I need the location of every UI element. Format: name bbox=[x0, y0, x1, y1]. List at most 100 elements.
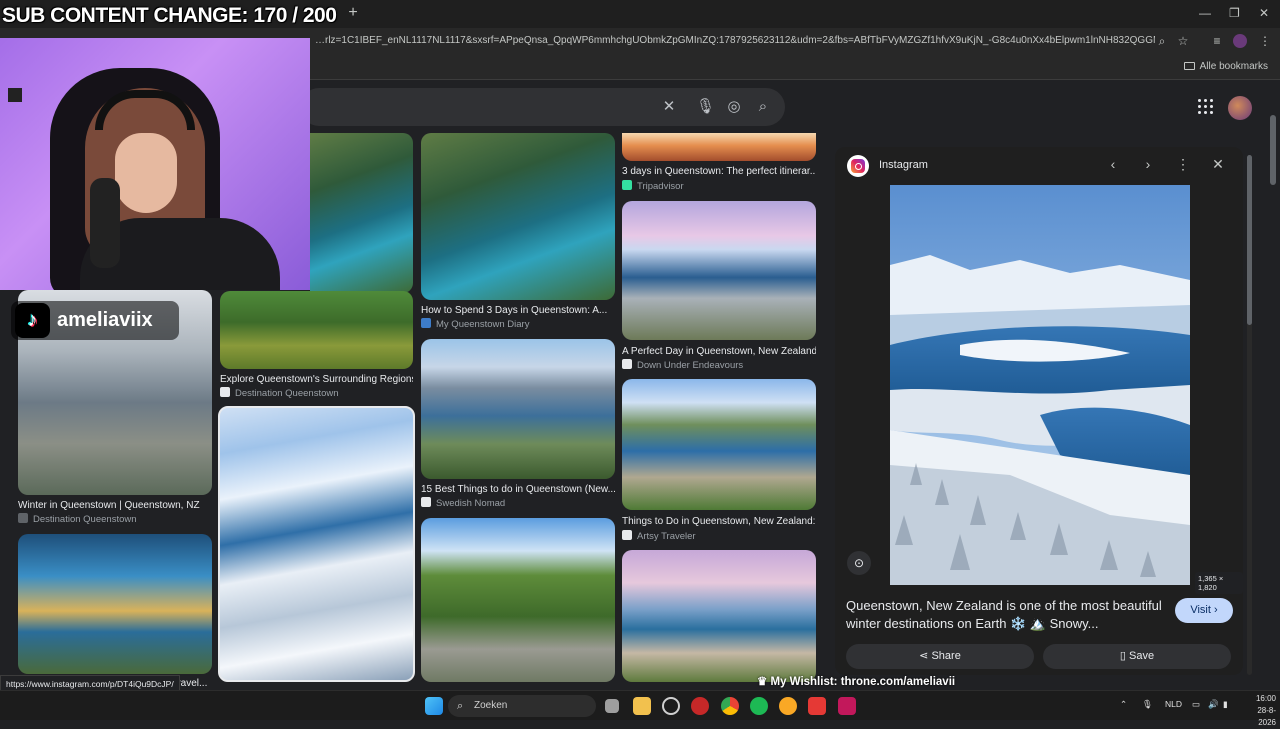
result-image-dusk[interactable] bbox=[622, 201, 816, 340]
result-image-waterfall[interactable] bbox=[421, 133, 615, 300]
account-avatar[interactable] bbox=[1228, 96, 1252, 120]
preview-site-name[interactable]: Instagram bbox=[879, 159, 928, 171]
preview-scrollbar[interactable] bbox=[1247, 155, 1252, 675]
result-caption[interactable]: Things to Do in Queenstown, New Zealand:… bbox=[622, 516, 816, 527]
visit-button[interactable]: Visit › bbox=[1175, 598, 1233, 623]
result-source[interactable]: Swedish Nomad bbox=[421, 497, 505, 509]
zoom-icon[interactable]: ⌕ bbox=[1155, 34, 1169, 48]
mic-tray-icon[interactable]: 🎙 bbox=[1142, 699, 1153, 710]
result-image-cafe[interactable] bbox=[18, 534, 212, 674]
sub-counter: SUB CONTENT CHANGE: 170 / 200 bbox=[2, 4, 337, 27]
result-image-lakefront[interactable] bbox=[421, 339, 615, 479]
visit-label: Visit bbox=[1190, 604, 1211, 616]
result-source-label: Destination Queenstown bbox=[235, 388, 339, 399]
site-favicon bbox=[421, 497, 431, 507]
site-favicon bbox=[622, 530, 632, 540]
site-favicon bbox=[220, 387, 230, 397]
status-bar-url: https://www.instagram.com/p/DT4iQu9DcJP/ bbox=[0, 675, 180, 691]
battery-icon[interactable]: ▮ bbox=[1223, 699, 1228, 710]
result-source-label: Tripadvisor bbox=[637, 181, 684, 192]
preview-image[interactable] bbox=[890, 185, 1190, 585]
streamer-face bbox=[115, 133, 177, 213]
more-options-icon[interactable]: ⋮ bbox=[1175, 156, 1191, 172]
file-explorer-icon[interactable] bbox=[633, 697, 651, 715]
search-icon: ⌕ bbox=[457, 700, 464, 712]
camera-search-icon[interactable]: ◎ bbox=[725, 98, 743, 116]
microphone-icon[interactable]: 🎙 bbox=[696, 98, 715, 116]
restore-icon[interactable]: ❐ bbox=[1229, 6, 1240, 20]
preview-scrollbar-thumb[interactable] bbox=[1247, 155, 1252, 325]
search-box[interactable]: ✕ 🎙 ◎ ⌕ bbox=[300, 88, 785, 126]
result-source[interactable]: Artsy Traveler bbox=[622, 530, 696, 542]
result-caption[interactable]: 3 days in Queenstown: The perfect itiner… bbox=[622, 166, 816, 177]
image-preview-panel: Instagram ‹ › ⋮ ✕ ⊙ 1,365 × 1,820 Queens… bbox=[835, 147, 1243, 675]
steam-icon[interactable] bbox=[662, 697, 680, 715]
apps-grid-icon[interactable] bbox=[1198, 99, 1213, 114]
language-indicator[interactable]: NLD bbox=[1165, 699, 1182, 709]
lens-search-icon[interactable]: ⊙ bbox=[847, 551, 871, 575]
taskbar-search-label: Zoeken bbox=[474, 700, 508, 711]
result-source-label: Destination Queenstown bbox=[33, 514, 137, 525]
wishlist-text: My Wishlist: throne.com/ameliavii bbox=[770, 676, 956, 688]
result-caption[interactable]: Explore Queenstown's Surrounding Regions… bbox=[220, 374, 413, 385]
result-caption[interactable]: 15 Best Things to do in Queenstown (New.… bbox=[421, 484, 615, 495]
coin-app-icon[interactable] bbox=[779, 697, 797, 715]
obs-icon[interactable] bbox=[808, 697, 826, 715]
taskbar-search[interactable]: ⌕ Zoeken bbox=[448, 695, 596, 717]
spotify-icon[interactable] bbox=[750, 697, 768, 715]
new-tab-icon[interactable]: + bbox=[344, 4, 362, 22]
result-source[interactable]: Down Under Endeavours bbox=[622, 359, 743, 371]
preview-description[interactable]: Queenstown, New Zealand is one of the mo… bbox=[846, 597, 1166, 633]
time: 16:00 bbox=[1255, 694, 1276, 703]
minimize-icon[interactable]: — bbox=[1199, 6, 1211, 20]
result-source[interactable]: Tripadvisor bbox=[622, 180, 684, 192]
result-image-selected[interactable] bbox=[218, 406, 415, 682]
chevron-right-icon[interactable]: › bbox=[1140, 156, 1156, 172]
volume-icon[interactable]: 🔊 bbox=[1208, 699, 1219, 710]
streamlabs-icon[interactable] bbox=[838, 697, 856, 715]
result-caption[interactable]: A Perfect Day in Queenstown, New Zealand… bbox=[622, 346, 816, 357]
close-window-icon[interactable]: ✕ bbox=[1259, 6, 1269, 20]
result-image-forest[interactable] bbox=[220, 291, 413, 369]
search-icon[interactable]: ⌕ bbox=[754, 98, 772, 116]
tray-overflow-icon[interactable]: ⌃ bbox=[1120, 699, 1127, 710]
save-button[interactable]: ▯ Save bbox=[1043, 644, 1231, 669]
windows-start-icon[interactable] bbox=[425, 697, 443, 715]
profile-icon[interactable] bbox=[1233, 34, 1247, 48]
network-icon[interactable]: ▭ bbox=[1192, 699, 1200, 710]
site-favicon bbox=[622, 180, 632, 190]
menu-icon[interactable]: ⋮ bbox=[1258, 34, 1272, 48]
clock[interactable]: 16:00 28-8-2026 bbox=[1240, 693, 1276, 729]
page-scrollbar[interactable] bbox=[1270, 115, 1276, 675]
clear-icon[interactable]: ✕ bbox=[660, 98, 678, 116]
task-view-icon[interactable] bbox=[605, 699, 619, 713]
reading-list-icon[interactable]: ≡ bbox=[1210, 34, 1224, 48]
result-image-cafe-top[interactable] bbox=[622, 133, 816, 161]
result-image-panorama[interactable] bbox=[622, 550, 816, 682]
chevron-left-icon[interactable]: ‹ bbox=[1105, 156, 1121, 172]
tiktok-icon: ♪ bbox=[15, 303, 50, 338]
page-scrollbar-thumb[interactable] bbox=[1270, 115, 1276, 185]
folder-icon bbox=[1183, 62, 1195, 70]
result-image-valley[interactable] bbox=[421, 518, 615, 682]
result-image-fjord-left[interactable] bbox=[310, 133, 413, 293]
result-source-label: Swedish Nomad bbox=[436, 498, 506, 509]
result-source[interactable]: Destination Queenstown bbox=[18, 513, 137, 525]
result-source[interactable]: Destination Queenstown bbox=[220, 387, 339, 399]
close-icon[interactable]: ✕ bbox=[1210, 156, 1226, 172]
bookmark-star-icon[interactable]: ☆ bbox=[1176, 34, 1190, 48]
result-caption[interactable]: How to Spend 3 Days in Queenstown: A... bbox=[421, 305, 615, 316]
opera-icon[interactable] bbox=[691, 697, 709, 715]
chrome-icon[interactable] bbox=[721, 697, 739, 715]
share-button[interactable]: ⋖ Share bbox=[846, 644, 1034, 669]
result-image-town[interactable] bbox=[622, 379, 816, 510]
result-caption[interactable]: Winter in Queenstown | Queenstown, NZ bbox=[18, 500, 212, 511]
tiktok-handle: ameliaviix bbox=[57, 309, 153, 331]
result-source[interactable]: My Queenstown Diary bbox=[421, 318, 529, 330]
crown-icon: ♛ bbox=[757, 676, 768, 688]
all-bookmarks[interactable]: Alle bookmarks bbox=[1183, 61, 1268, 72]
date: 28-8-2026 bbox=[1257, 706, 1276, 727]
instagram-icon bbox=[847, 155, 869, 177]
url-text[interactable]: …rlz=1C1IBEF_enNL1117NL1117&sxsrf=APpeQn… bbox=[315, 35, 1155, 46]
site-favicon bbox=[18, 513, 28, 523]
